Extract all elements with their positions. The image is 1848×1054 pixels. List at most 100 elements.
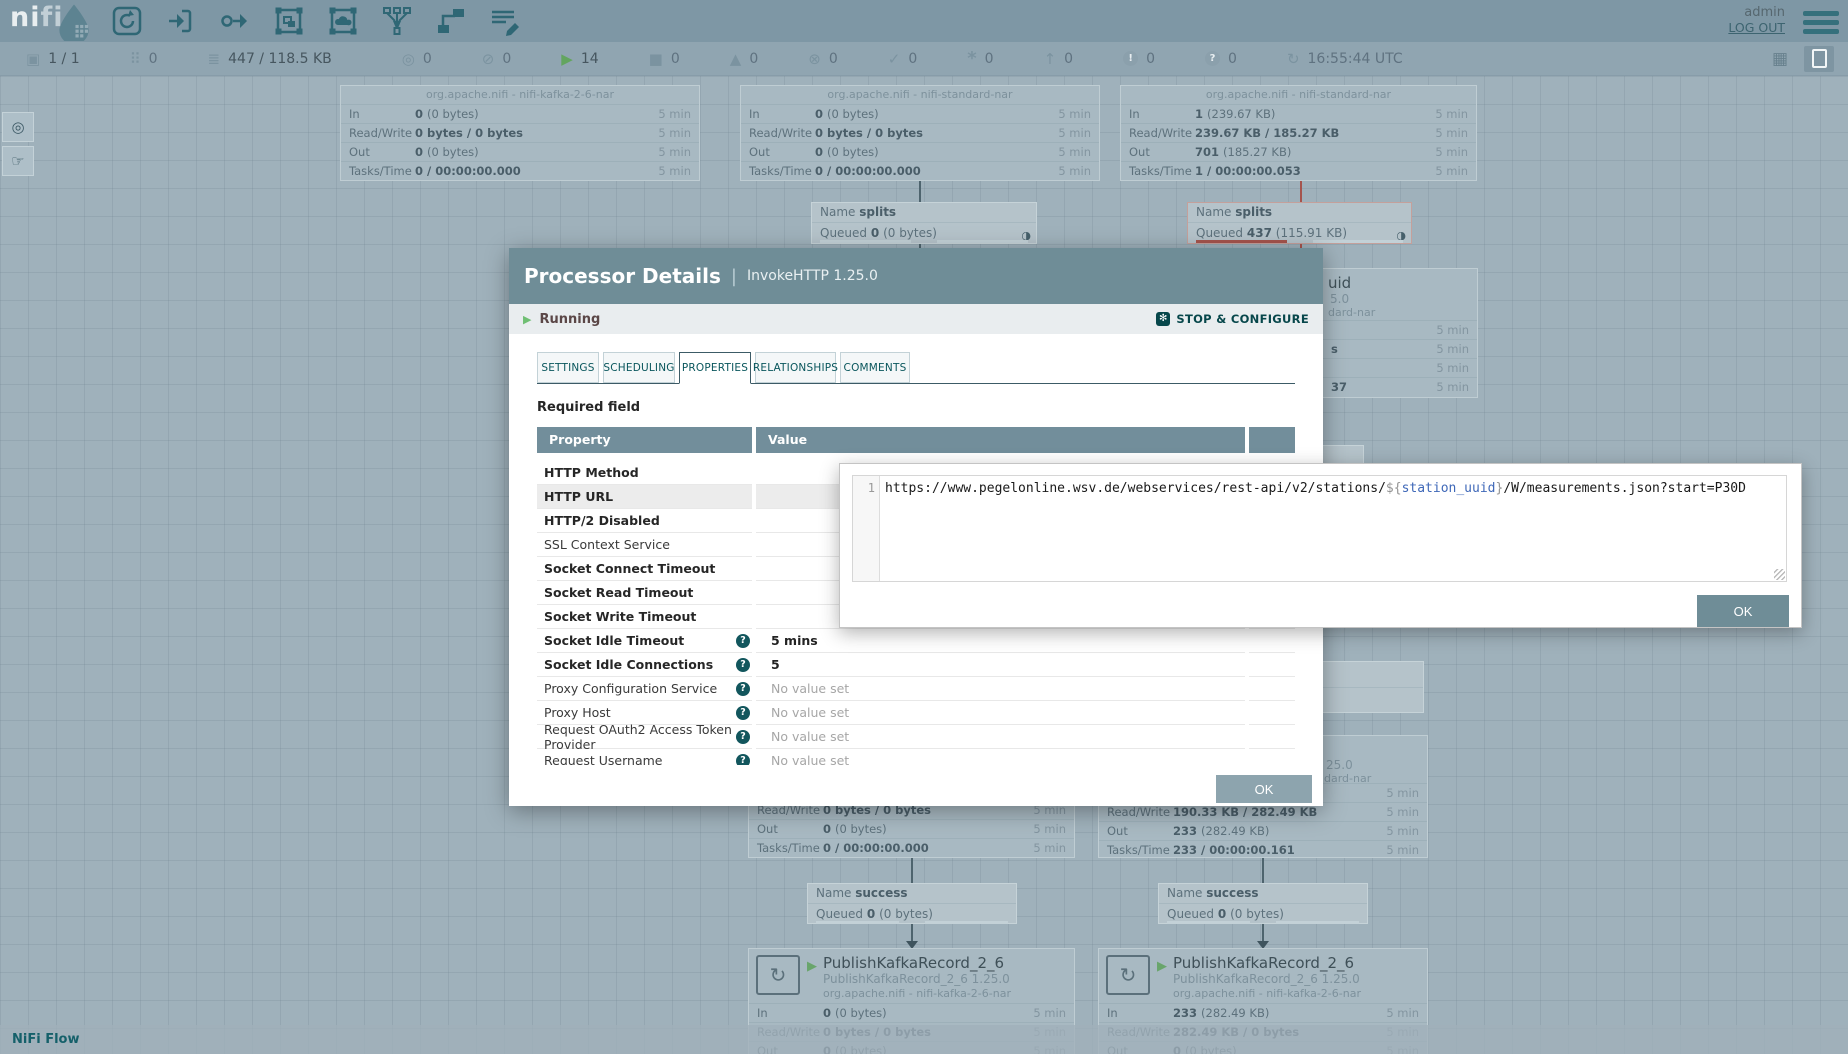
up-to-date-icon: ✓ — [888, 50, 901, 68]
stat-row: In0(0 bytes)5 min — [341, 104, 699, 123]
tab-relationships[interactable]: RELATIONSHIPS — [755, 352, 836, 383]
label-tool-icon[interactable] — [488, 4, 522, 38]
tab-scheduling[interactable]: SCHEDULING — [603, 352, 675, 383]
dialog-status-bar: ▶ Running ✻ STOP & CONFIGURE — [509, 304, 1323, 334]
status-queued: ≣447 / 118.5 KB — [208, 50, 332, 68]
processor-mid-left[interactable]: Read/Write0 bytes / 0 bytes5 min Out0(0 … — [748, 799, 1075, 858]
stop-configure-gear-icon: ✻ — [1156, 312, 1170, 326]
property-row[interactable]: Request OAuth2 Access Token Provider?No … — [537, 725, 1295, 749]
http-url-value[interactable]: https://www.pegelonline.wsv.de/webservic… — [880, 476, 1746, 581]
stat-row: Read/Write0 bytes / 0 bytes5 min — [741, 123, 1099, 142]
percent-icon: ◑ — [1021, 226, 1031, 246]
dialog-tabs: SETTINGS SCHEDULING PROPERTIES RELATIONS… — [537, 352, 1295, 384]
grid-view-icon[interactable]: ▦ — [1772, 49, 1788, 69]
stat-row: Read/Write239.67 KB / 185.27 KB5 min — [1121, 123, 1476, 142]
processor-obscured-right[interactable]: uid 5.0 dard-nar 5 min s5 min 5 min 375 … — [1322, 268, 1478, 398]
status-stopped: ■0 — [649, 50, 680, 68]
processor-icon: ↻ — [1106, 955, 1150, 995]
locally-modified-icon: * — [967, 48, 976, 69]
stat-row: Out701(185.27 KB)5 min — [1121, 142, 1476, 161]
stop-and-configure-button[interactable]: ✻ STOP & CONFIGURE — [1156, 312, 1309, 326]
processor-tool-icon[interactable] — [110, 4, 144, 38]
exclamation-icon: ! — [1123, 51, 1138, 66]
connection-line — [919, 179, 921, 202]
tab-properties[interactable]: PROPERTIES — [679, 352, 751, 384]
status-sync-failure: ?0 — [1205, 51, 1237, 67]
template-tool-icon[interactable] — [434, 4, 468, 38]
property-value-editor: 1 https://www.pegelonline.wsv.de/webserv… — [839, 463, 1802, 628]
logout-link[interactable]: LOG OUT — [1728, 20, 1785, 35]
help-icon: ? — [736, 634, 750, 648]
property-row[interactable]: Proxy Configuration Service?No value set — [537, 677, 1295, 701]
input-port-tool-icon[interactable] — [164, 4, 198, 38]
processor-icon: ↻ — [756, 955, 800, 995]
resize-handle[interactable] — [1774, 569, 1785, 580]
remote-process-group-tool-icon[interactable] — [326, 4, 360, 38]
hand-icon: ☞ — [11, 152, 24, 170]
navigate-palette-button[interactable]: ◎ — [2, 112, 34, 142]
stale-icon: ↑ — [1044, 50, 1057, 68]
status-bar: ▣1 / 1 ⠿0 ≣447 / 118.5 KB ◎0 ⊘0 ▶14 ■0 ▲… — [0, 42, 1848, 76]
app-header: nifi admin LOG OUT — [0, 0, 1848, 42]
status-locally-modified: *0 — [967, 48, 993, 69]
connection-line — [1262, 858, 1264, 883]
stat-row: Out0(0 bytes)5 min — [341, 142, 699, 161]
connection-label-success-left[interactable]: Name success Queued 0 (0 bytes) — [807, 883, 1017, 924]
dialog-ok-button[interactable]: OK — [1216, 775, 1312, 803]
breadcrumb[interactable]: NiFi Flow — [0, 1025, 1848, 1054]
connection-label-splits-right[interactable]: Name splits Queued 437 (115.91 KB) ◑ — [1187, 202, 1412, 244]
stat-row: Tasks/Time0 / 00:00:00.0005 min — [341, 161, 699, 180]
global-menu-icon[interactable] — [1803, 11, 1839, 38]
process-group-tool-icon[interactable] — [272, 4, 306, 38]
cluster-icon: ▣ — [26, 50, 40, 68]
property-table-header: Property Value — [537, 427, 1295, 453]
processor-standard-top[interactable]: org.apache.nifi - nifi-standard-nar In0(… — [740, 85, 1100, 181]
connection-label-success-right[interactable]: Name success Queued 0 (0 bytes) — [1158, 883, 1368, 924]
port-grid-icon: ⠿ — [130, 50, 141, 68]
nifi-logo: nifi — [10, 2, 64, 33]
question-icon: ? — [1205, 51, 1220, 66]
processor-kafka-top[interactable]: org.apache.nifi - nifi-kafka-2-6-nar In0… — [340, 85, 700, 181]
dialog-subtitle: InvokeHTTP 1.25.0 — [747, 268, 878, 284]
percent-icon: ◑ — [1396, 226, 1406, 246]
stat-row: Tasks/Time0 / 00:00:00.0005 min — [741, 161, 1099, 180]
help-icon: ? — [736, 754, 750, 765]
running-icon: ▶ — [807, 959, 817, 974]
running-icon: ▶ — [1157, 959, 1167, 974]
stat-row: Read/Write0 bytes / 0 bytes5 min — [341, 123, 699, 142]
status-transmitting: ◎0 — [402, 50, 432, 68]
help-icon: ? — [736, 730, 750, 744]
status-stale: ↑0 — [1044, 50, 1074, 68]
refresh-icon: ↻ — [1287, 50, 1300, 68]
status-disabled: ⊗0 — [808, 50, 838, 68]
editor-ok-button[interactable]: OK — [1697, 595, 1789, 627]
tab-comments[interactable]: COMMENTS — [840, 352, 910, 383]
property-row[interactable]: Socket Idle Timeout?5 mins — [537, 629, 1295, 653]
connection-line — [911, 924, 913, 942]
property-row[interactable]: Request Username?No value set — [537, 749, 1295, 765]
output-port-tool-icon[interactable] — [218, 4, 252, 38]
birdseye-icon: ◎ — [11, 118, 24, 136]
disabled-icon: ⊗ — [808, 50, 821, 68]
tab-settings[interactable]: SETTINGS — [537, 352, 599, 383]
operate-palette-button[interactable]: ☞ — [2, 146, 34, 176]
processor-standard-top-right[interactable]: org.apache.nifi - nifi-standard-nar In1(… — [1120, 85, 1477, 181]
stat-row: In1(239.67 KB)5 min — [1121, 104, 1476, 123]
status-running: ▶14 — [561, 50, 598, 68]
running-icon: ▶ — [561, 50, 573, 68]
status-invalid: ▲0 — [730, 50, 758, 68]
value-code-editor[interactable]: 1 https://www.pegelonline.wsv.de/webserv… — [852, 475, 1787, 582]
transmitting-icon: ◎ — [402, 50, 415, 68]
required-field-note: Required field — [537, 400, 1295, 415]
connection-label-splits-left[interactable]: Name splits Queued 0 (0 bytes) ◑ — [811, 202, 1037, 244]
status-port: ⠿0 — [130, 50, 158, 68]
status-not-transmitting: ⊘0 — [482, 50, 512, 68]
bulletin-board-icon[interactable] — [1804, 46, 1834, 72]
stat-row: Out0(0 bytes)5 min — [741, 142, 1099, 161]
funnel-tool-icon[interactable] — [380, 4, 414, 38]
line-number: 1 — [853, 476, 880, 581]
stat-row: Tasks/Time1 / 00:00:00.0535 min — [1121, 161, 1476, 180]
refresh-status[interactable]: ↻16:55:44 UTC — [1287, 50, 1403, 68]
property-row[interactable]: Socket Idle Connections?5 — [537, 653, 1295, 677]
current-user: admin — [1728, 5, 1785, 20]
